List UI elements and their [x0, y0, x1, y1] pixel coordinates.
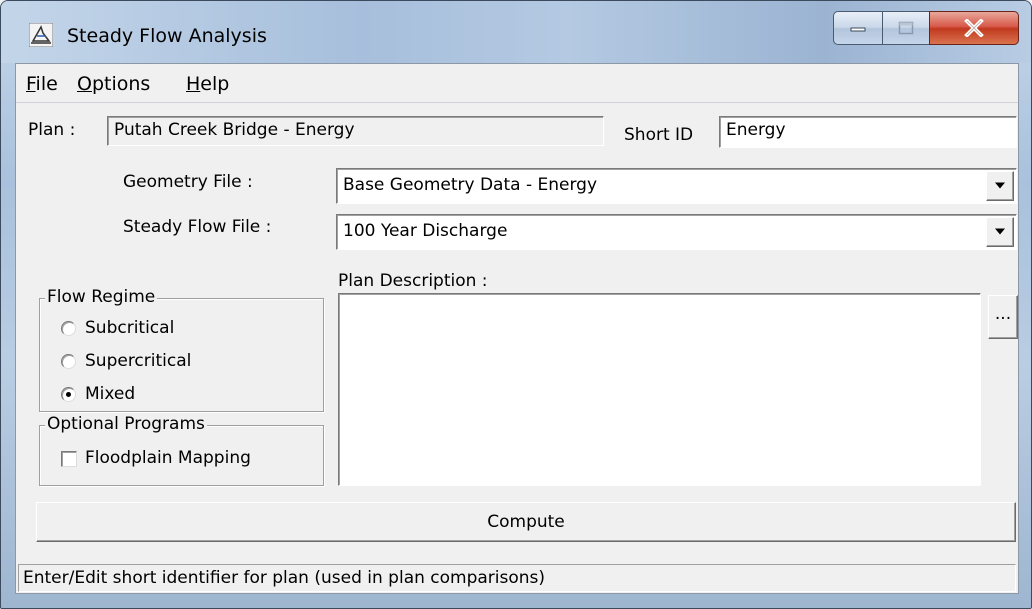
- short-id-label: Short ID: [624, 125, 694, 145]
- steady-flow-file-value: 100 Year Discharge: [343, 221, 508, 241]
- close-icon: [964, 19, 984, 37]
- menu-options-label: ptions: [91, 73, 151, 95]
- supercritical-radio[interactable]: [61, 354, 76, 369]
- window-title: Steady Flow Analysis: [67, 25, 267, 47]
- dialog-client-area: File Options Help Plan : Putah Creek Bri…: [15, 63, 1019, 594]
- flow-regime-group: Flow Regime Subcritical Supercritical Mi…: [39, 287, 324, 412]
- optional-programs-title: Optional Programs: [45, 414, 207, 434]
- menu-options-accel: O: [77, 73, 92, 95]
- geometry-file-value: Base Geometry Data - Energy: [343, 175, 598, 195]
- close-button[interactable]: [929, 11, 1019, 45]
- optional-programs-group: Optional Programs Floodplain Mapping: [39, 414, 324, 486]
- river-profile-icon[interactable]: [28, 22, 54, 48]
- chevron-down-icon: [995, 228, 1005, 235]
- floodplain-mapping-label: Floodplain Mapping: [85, 448, 251, 468]
- mixed-label: Mixed: [85, 384, 136, 404]
- geometry-file-label: Geometry File :: [123, 172, 253, 192]
- plan-description-textarea[interactable]: [338, 293, 981, 486]
- menu-file[interactable]: File: [26, 73, 58, 95]
- plan-description-label: Plan Description :: [338, 271, 488, 291]
- subcritical-radio[interactable]: [61, 321, 76, 336]
- steady-flow-file-label: Steady Flow File :: [123, 217, 272, 237]
- plan-description-edit-button[interactable]: ...: [988, 295, 1018, 339]
- menu-help[interactable]: Help: [186, 73, 229, 95]
- menu-help-label: elp: [200, 73, 230, 95]
- geometry-file-select[interactable]: Base Geometry Data - Energy: [336, 168, 1017, 204]
- floodplain-mapping-checkbox[interactable]: [61, 451, 77, 467]
- flow-regime-title: Flow Regime: [45, 287, 158, 307]
- status-bar: Enter/Edit short identifier for plan (us…: [18, 564, 1016, 592]
- maximize-icon: [898, 21, 914, 35]
- short-id-field[interactable]: Energy: [719, 116, 1017, 148]
- geometry-file-dropdown-button[interactable]: [986, 171, 1014, 201]
- menu-options[interactable]: Options: [77, 73, 150, 95]
- menu-file-accel: F: [26, 73, 36, 95]
- chevron-down-icon: [995, 182, 1005, 189]
- compute-button[interactable]: Compute: [36, 502, 1016, 542]
- minimize-icon: [850, 27, 866, 32]
- steady-flow-file-select[interactable]: 100 Year Discharge: [336, 214, 1017, 250]
- menu-help-accel: H: [186, 73, 201, 95]
- steady-flow-analysis-window: Steady Flow Analysis File Options Help P…: [0, 0, 1032, 609]
- minimize-button[interactable]: [833, 11, 883, 45]
- mixed-radio[interactable]: [61, 387, 76, 402]
- menu-bar: File Options Help: [16, 64, 1018, 103]
- maximize-button[interactable]: [882, 11, 930, 45]
- plan-title-field[interactable]: Putah Creek Bridge - Energy: [107, 116, 604, 146]
- menu-file-label: ile: [35, 73, 58, 95]
- supercritical-label: Supercritical: [85, 351, 192, 371]
- subcritical-label: Subcritical: [85, 318, 175, 338]
- steady-flow-file-dropdown-button[interactable]: [986, 217, 1014, 247]
- title-bar[interactable]: Steady Flow Analysis: [1, 1, 1031, 63]
- plan-label: Plan :: [28, 120, 76, 140]
